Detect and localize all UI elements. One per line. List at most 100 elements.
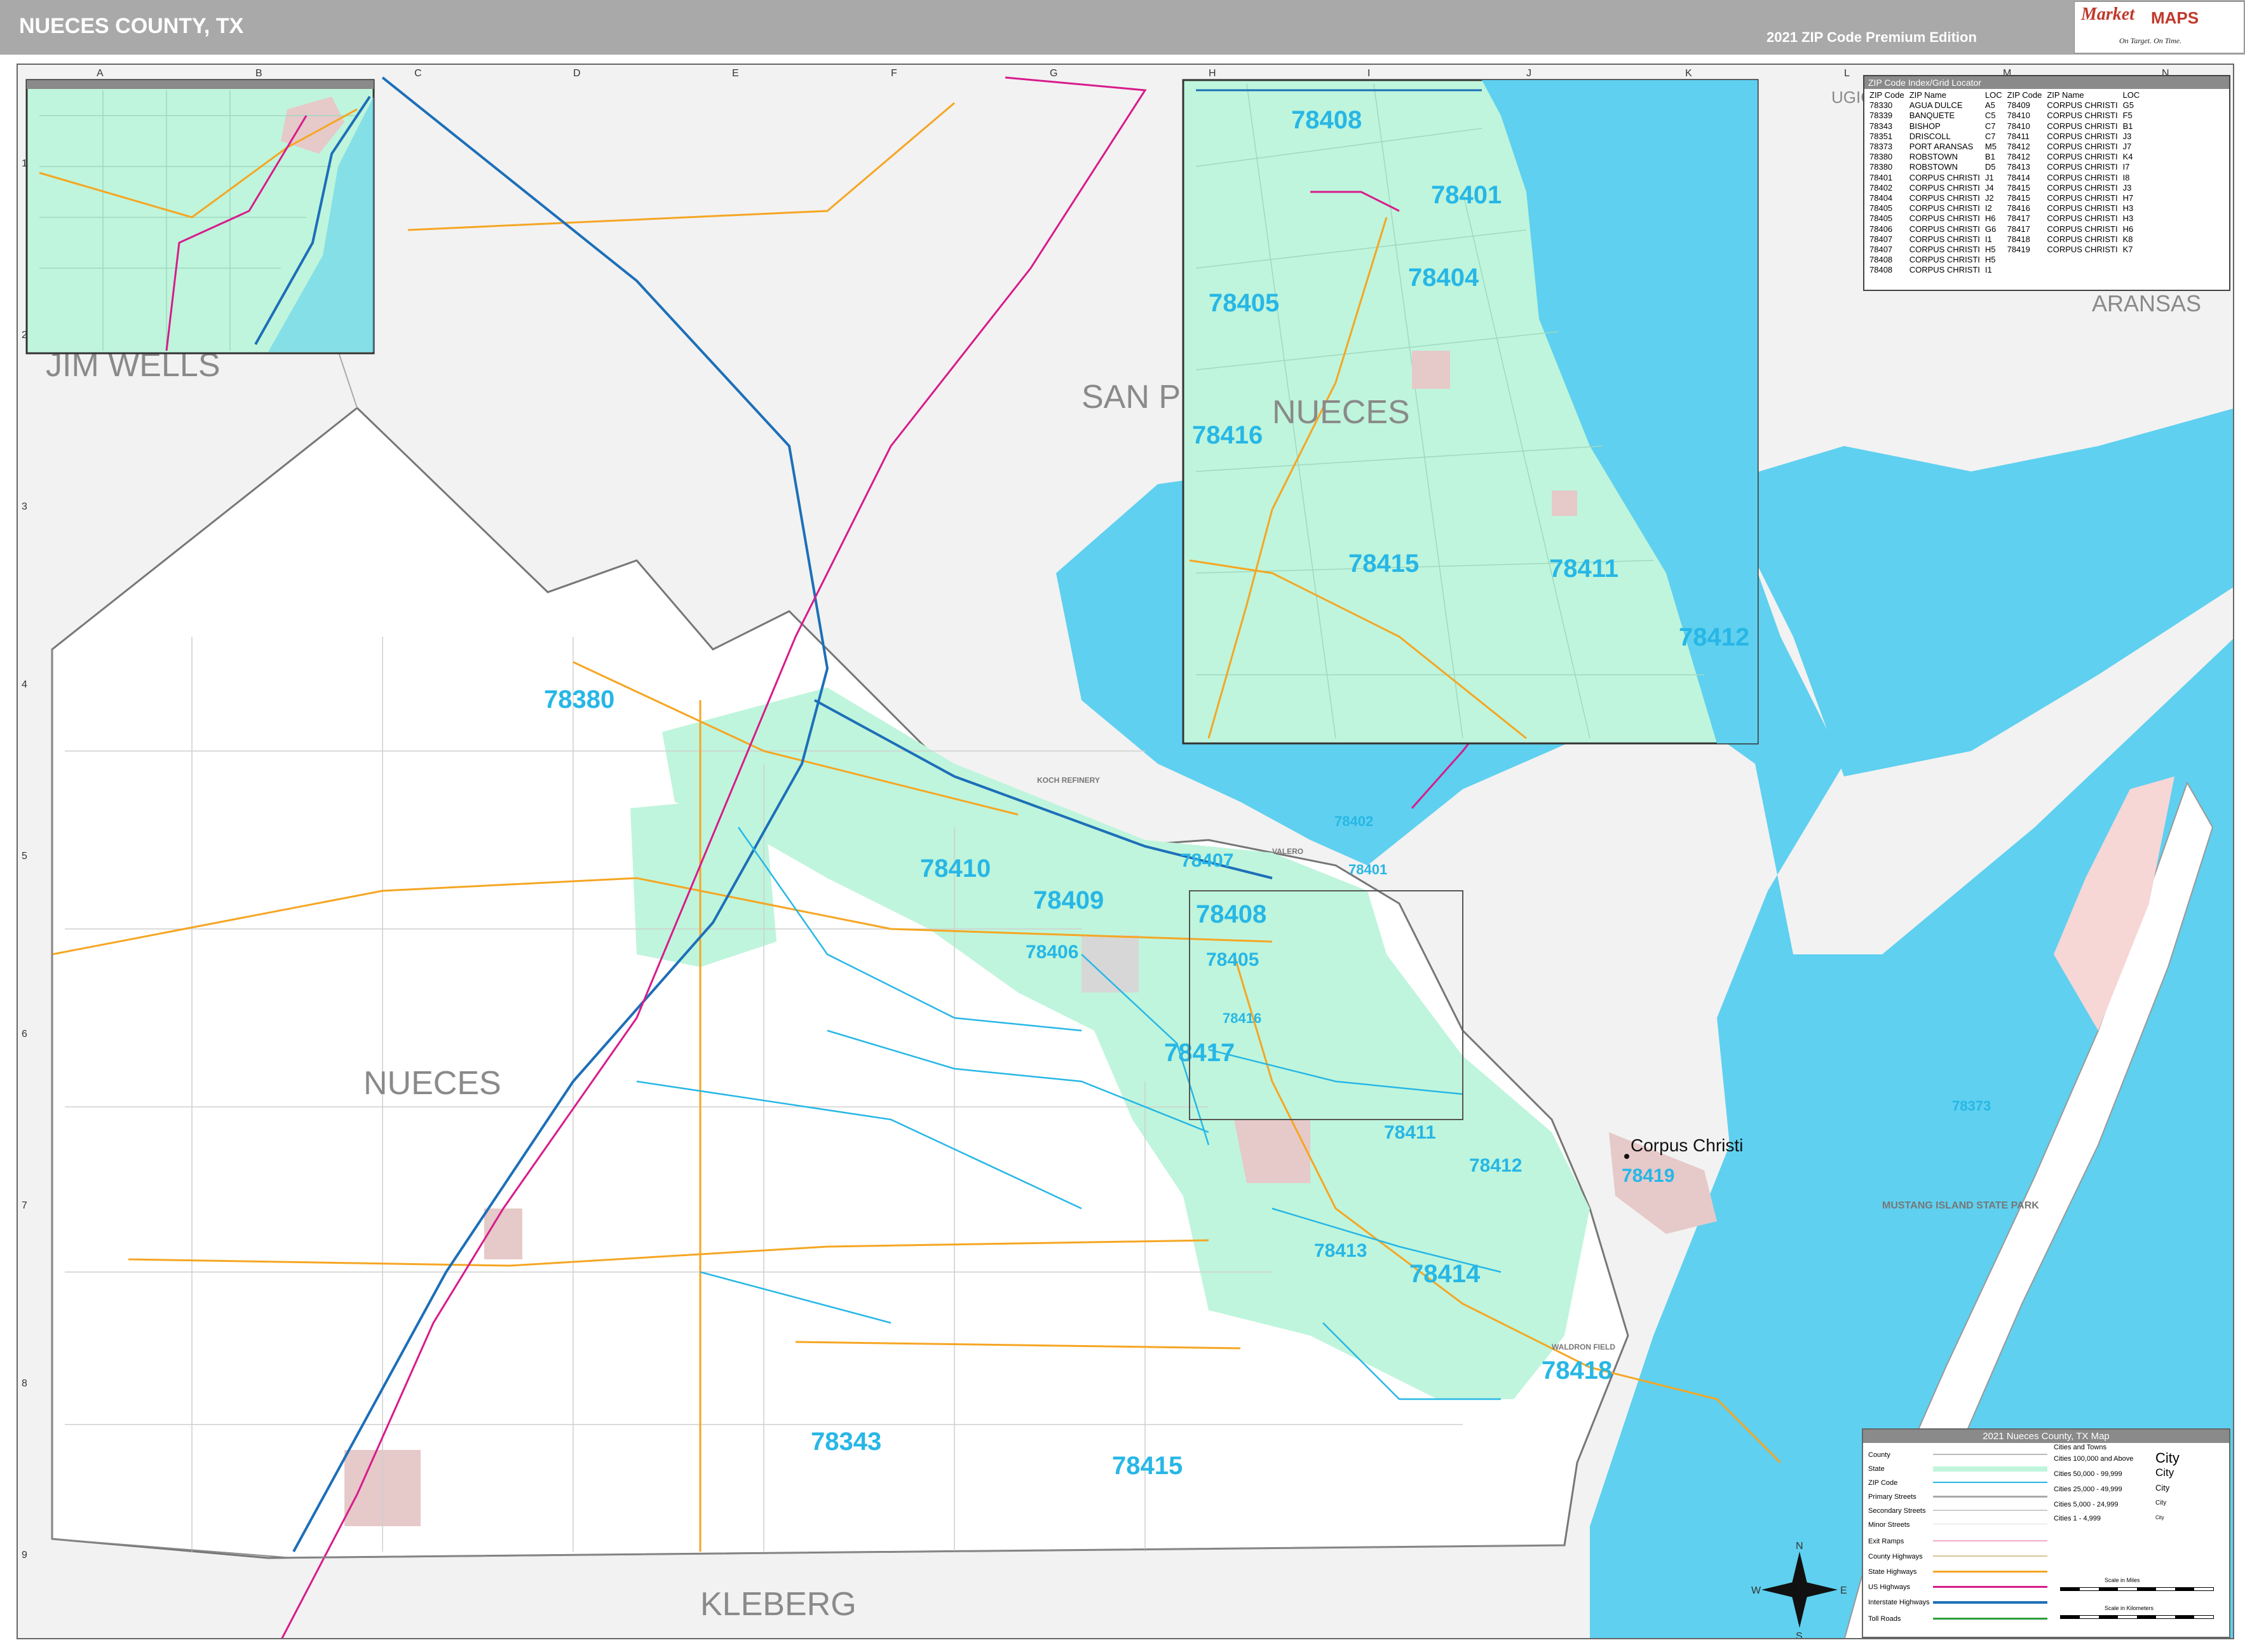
grid-col-g: G [1050, 68, 1057, 79]
legend-item-county-hwy: County Highways [1868, 1553, 1923, 1561]
inset-zip-78412: 78412 [1679, 623, 1749, 651]
zip-label-78408: 78408 [1196, 900, 1266, 928]
zip-label-78406: 78406 [1026, 942, 1078, 963]
corpus-inset[interactable]: 78408 78401 78404 78405 78416 78415 7841… [1182, 79, 1759, 745]
col-header: LOC [2122, 90, 2140, 100]
corpus-christi-dot-icon [1624, 1154, 1629, 1159]
city-label-corpus-christi[interactable]: Corpus Christi [1631, 1135, 1743, 1155]
legend-swatch-secondary [1933, 1510, 2047, 1511]
zip-index-cell: 78351 [1869, 131, 1893, 141]
zip-index-title: ZIP Code Index/Grid Locator [1864, 76, 2229, 89]
legend-swatch-interstate [1933, 1601, 2047, 1604]
zip-label-78401: 78401 [1348, 862, 1387, 877]
grid-row-6: 6 [22, 1029, 27, 1039]
county-label-kleberg: KLEBERG [700, 1586, 857, 1623]
zip-index-cell: A5 [1984, 100, 1995, 111]
zip-index-row: 78343 BISHOP C7 78410 CORPUS CHRISTI B1 [1867, 121, 2142, 132]
grid-row-7: 7 [22, 1200, 27, 1211]
inset-zip-78411: 78411 [1549, 555, 1618, 583]
legend-item-county: County [1868, 1451, 1890, 1459]
col-header: ZIP Name [1909, 90, 1946, 100]
zip-index-cell: 78380 [1869, 162, 1893, 172]
zip-index-cell: CORPUS CHRISTI [1909, 224, 1980, 234]
legend-title: 2021 Nueces County, TX Map [1863, 1430, 2229, 1443]
legend-item-ramps: Exit Ramps [1868, 1538, 1904, 1545]
legend-city-sample-1: City [2155, 1450, 2180, 1466]
inset-zip-78415: 78415 [1348, 550, 1419, 578]
zip-index-cell: 78409 [2007, 100, 2030, 111]
zip-index-row: 78330 AGUA DULCE A5 78409 CORPUS CHRISTI G5 [1867, 100, 2142, 111]
zip-index-header-row: ZIP Code ZIP Name LOC ZIP Code ZIP Name … [1867, 90, 2142, 100]
zip-index-cell: CORPUS CHRISTI [1909, 193, 1980, 203]
grid-col-j: J [1526, 68, 1531, 79]
zip-index-cell: CORPUS CHRISTI [2047, 121, 2118, 131]
zip-label-78409: 78409 [1033, 886, 1104, 914]
zip-index-cell: 78405 [1869, 203, 1893, 213]
zip-index-row: 78351 DRISCOLL C7 78411 CORPUS CHRISTI J3 [1867, 132, 2142, 142]
market-maps-logo-icon[interactable]: Market MAPS On Target. On Time. [2074, 1, 2244, 53]
zip-index-cell: H3 [2122, 213, 2134, 224]
grid-col-h: H [1209, 68, 1216, 79]
zip-index-cell: PORT ARANSAS [1909, 142, 1974, 152]
legend-city-range-1: Cities 100,000 and Above [2054, 1455, 2134, 1463]
zip-index-cell: CORPUS CHRISTI [2047, 182, 2118, 193]
zip-label-78412: 78412 [1469, 1155, 1522, 1176]
zip-index-cell: CORPUS CHRISTI [2047, 162, 2118, 172]
zip-index-cell: J3 [2122, 131, 2132, 141]
grid-col-l: L [1844, 68, 1850, 79]
legend-item-secondary: Secondary Streets [1868, 1507, 1926, 1515]
zip-index-cell: H7 [2122, 193, 2134, 203]
robstown-inset[interactable] [25, 79, 375, 355]
zip-index-cell: 78410 [2007, 111, 2030, 121]
grid-col-k: K [1685, 68, 1692, 79]
zip-index-cell: J4 [1984, 182, 1994, 193]
zip-label-78343: 78343 [811, 1428, 881, 1456]
zip-index-cell: 78410 [2007, 121, 2030, 131]
logo-tagline: On Target. On Time. [2119, 36, 2182, 45]
zip-index-cell: B1 [1984, 152, 1995, 162]
zip-index-cell [2120, 265, 2143, 275]
legend-swatch-toll [1933, 1618, 2047, 1620]
logo-market-text: Market [2081, 4, 2134, 24]
zip-index-row: 78402 CORPUS CHRISTI J4 78415 CORPUS CHRISTI… [1867, 183, 2142, 193]
zip-label-78418: 78418 [1542, 1357, 1612, 1385]
inset-zip-78405: 78405 [1209, 289, 1279, 317]
legend-city-range-4: Cities 5,000 - 24,999 [2054, 1501, 2119, 1508]
legend-city-range-3: Cities 25,000 - 49,999 [2054, 1486, 2122, 1493]
zip-index-row: 78373 PORT ARANSAS M5 78412 CORPUS CHRISTI J7 [1867, 142, 2142, 152]
county-label-san-patricio: SAN P [1082, 379, 1181, 416]
zip-index-cell: 78417 [2007, 224, 2030, 234]
zip-index-cell: 78402 [1869, 182, 1893, 193]
zip-index-cell: 78405 [1869, 213, 1893, 224]
zip-index-cell: CORPUS CHRISTI [2047, 234, 2118, 244]
grid-row-5: 5 [22, 851, 27, 862]
legend-scale-miles: Scale in Miles [2105, 1577, 2140, 1583]
zip-index-row: 78380 ROBSTOWN B1 78412 CORPUS CHRISTI K4 [1867, 152, 2142, 162]
zip-index-cell: 78339 [1869, 111, 1893, 121]
compass-n: N [1796, 1541, 1803, 1552]
zip-index-cell: ROBSTOWN [1909, 152, 1958, 162]
map-canvas[interactable]: A B C D E F G H I J K L M N 1 2 3 4 5 6 … [17, 64, 2234, 1639]
compass-s: S [1796, 1631, 1803, 1639]
legend-item-interstate: Interstate Highways [1868, 1599, 1930, 1606]
legend-item-toll: Toll Roads [1868, 1615, 1901, 1623]
zip-index-cell: 78406 [1869, 224, 1893, 234]
zip-index-cell: 78411 [2007, 131, 2030, 141]
scale-bar-km-icon [2060, 1615, 2214, 1619]
legend-swatch-state-hwy [1933, 1571, 2047, 1573]
county-label-nueces: NUECES [363, 1065, 501, 1102]
zip-index-row: 78380 ROBSTOWN D5 78413 CORPUS CHRISTI I7 [1867, 162, 2142, 172]
zip-index-cell: 78373 [1869, 142, 1893, 152]
zip-index-cell: 78415 [2007, 193, 2030, 203]
zip-index-row: 78405 CORPUS CHRISTI I2 78416 CORPUS CHRISTI… [1867, 203, 2142, 213]
legend-swatch-ramps [1933, 1540, 2047, 1541]
zip-index-cell: H5 [1984, 245, 1996, 255]
zip-index-row: 78339 BANQUETE C5 78410 CORPUS CHRISTI F5 [1867, 111, 2142, 121]
grid-col-i: I [1367, 68, 1370, 79]
zip-index-cell: 78408 [1869, 265, 1893, 275]
zip-index-cell: D5 [1984, 162, 1996, 172]
zip-index-cell: BISHOP [1909, 121, 1941, 131]
zip-index-cell: I7 [2122, 162, 2130, 172]
legend-city-header: Cities and Towns [2054, 1444, 2106, 1451]
urban-patch-1 [1234, 1120, 1310, 1183]
